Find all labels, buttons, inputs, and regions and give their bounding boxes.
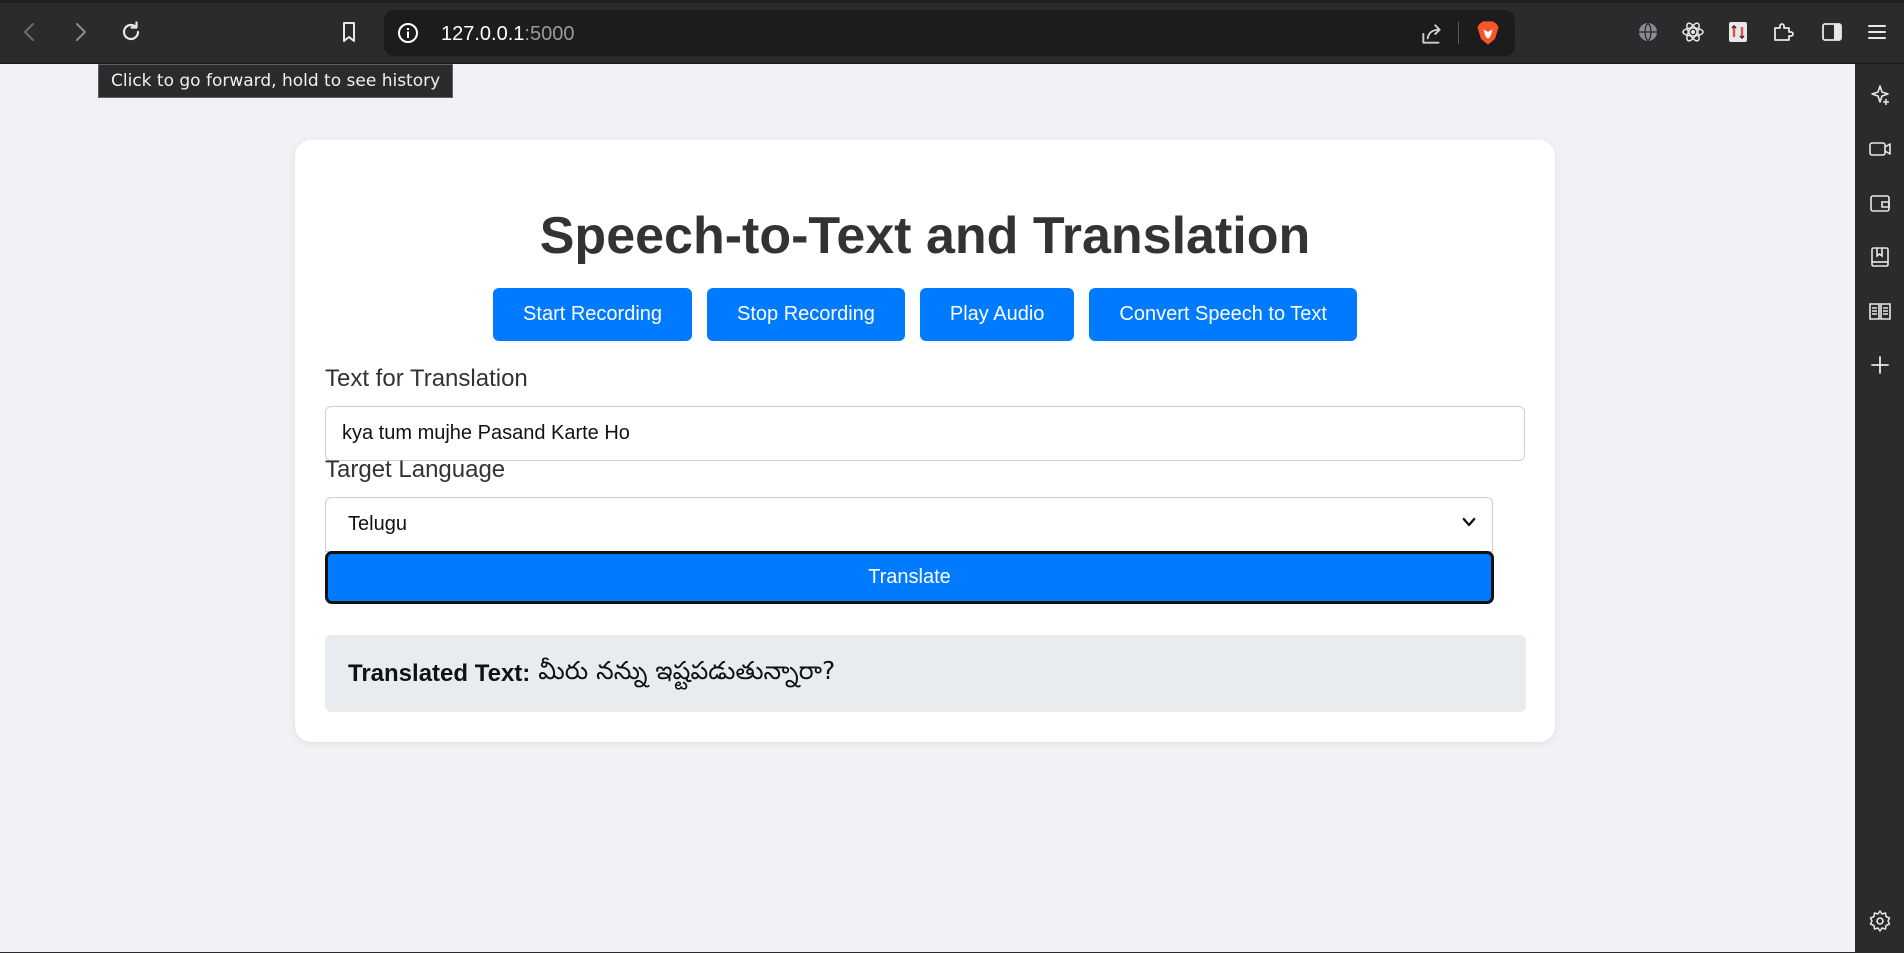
translated-result: Translated Text: మీరు నన్ను ఇష్టపడుతున్న… [325,635,1526,712]
convert-speech-button[interactable]: Convert Speech to Text [1089,288,1357,341]
url-text[interactable]: 127.0.0.1:5000 [441,23,574,46]
vpn-globe-icon[interactable] [1632,16,1664,48]
extension-tool-icon[interactable] [1722,16,1754,48]
text-for-translation-label: Text for Translation [325,365,528,392]
divider [1458,22,1459,44]
brave-talk-icon[interactable] [1867,136,1893,162]
main-card: Speech-to-Text and Translation Start Rec… [295,140,1555,742]
play-audio-button[interactable]: Play Audio [919,288,1075,341]
forward-icon[interactable] [64,16,96,48]
brave-shields-icon[interactable] [1474,19,1502,47]
menu-icon[interactable] [1861,16,1893,48]
share-icon[interactable] [1419,21,1445,47]
start-recording-button[interactable]: Start Recording [493,288,693,341]
reading-list-icon[interactable] [1867,298,1893,324]
extensions-puzzle-icon[interactable] [1767,16,1799,48]
translation-text-input[interactable] [325,406,1525,461]
react-devtools-icon[interactable] [1677,16,1709,48]
forward-tooltip: Click to go forward, hold to see history [98,64,454,98]
url-port: :5000 [524,23,575,45]
address-bar[interactable]: 127.0.0.1:5000 [384,10,1515,56]
back-icon[interactable] [14,16,46,48]
page-title: Speech-to-Text and Translation [539,207,1311,265]
leo-ai-icon[interactable] [1867,82,1893,108]
sidebar-settings-gear-icon[interactable] [1867,908,1893,934]
url-host: 127.0.0.1 [441,23,525,45]
chevron-down-icon [1460,513,1476,537]
translate-button[interactable]: Translate [325,551,1494,604]
bookmarks-icon[interactable] [1867,244,1893,270]
bookmark-icon[interactable] [333,16,365,48]
selected-language: Telugu [348,513,407,535]
site-info-icon[interactable] [396,21,420,45]
browser-sidebar [1855,64,1904,953]
sidebar-toggle-icon[interactable] [1816,16,1848,48]
translated-text-value: మీరు నన్ను ఇష్టపడుతున్నారా? [538,655,836,685]
wallet-icon[interactable] [1867,190,1893,216]
target-language-select[interactable]: Telugu [325,497,1493,552]
page-viewport: Speech-to-Text and Translation Start Rec… [0,64,1855,952]
stop-recording-button[interactable]: Stop Recording [707,288,905,341]
browser-toolbar: 127.0.0.1:5000 [0,0,1904,64]
add-panel-icon[interactable] [1867,352,1893,378]
reload-icon[interactable] [115,16,147,48]
recording-controls: Start Recording Stop Recording Play Audi… [295,288,1555,341]
target-language-label: Target Language [325,456,506,483]
translated-text-label: Translated Text: [348,659,531,687]
